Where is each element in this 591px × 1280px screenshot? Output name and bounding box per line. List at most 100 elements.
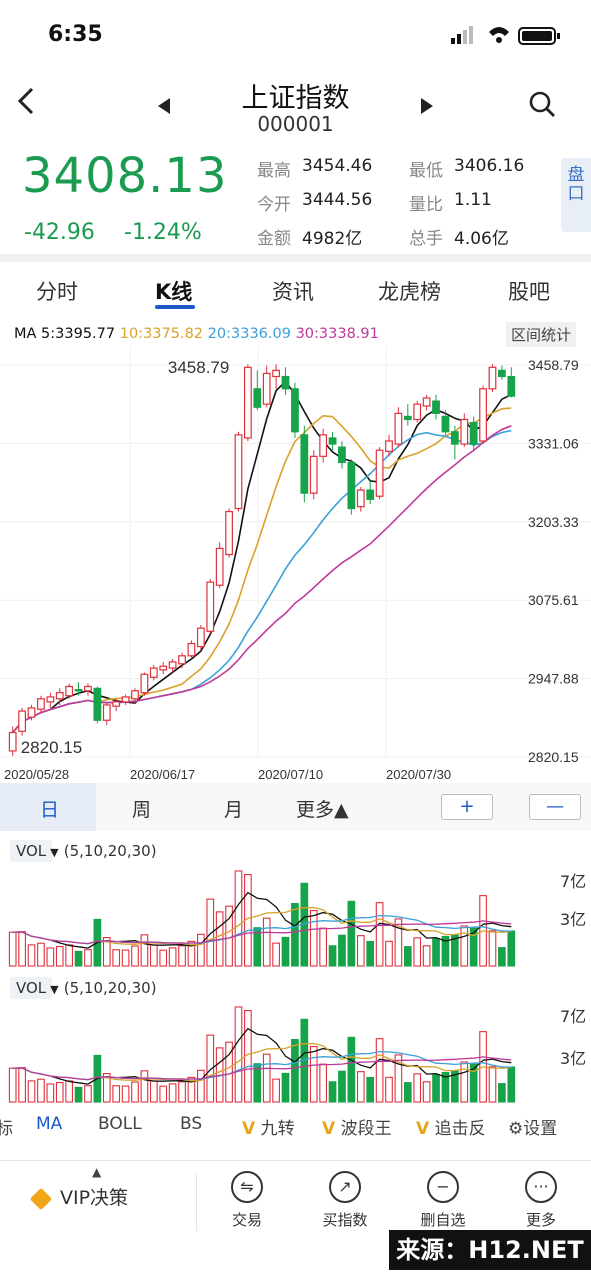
active-tab-indicator [155,305,195,309]
volume-bar [328,945,337,967]
indicator-bar: 标 MA BOLL BS V 九转 V 波段王 V 追击反 ⚙设置 [0,1114,591,1144]
volume-bar [112,1085,121,1103]
volume-bar [8,1067,17,1103]
volume-bar [498,947,506,967]
candle-body [18,710,27,732]
candle-body [479,388,487,442]
indicator-label: 波段王 [340,1119,392,1139]
candle-body [243,366,252,439]
indicator-item[interactable]: 标 [0,1114,13,1139]
stat-label: 金额 [257,229,291,249]
candle-body [309,455,318,494]
volume-bar [178,1081,186,1103]
volume-bar [197,1069,205,1103]
more-button[interactable]: ··· 更多 [506,1171,576,1230]
tab-news[interactable]: 资讯 [272,276,314,306]
candle-body [8,731,17,752]
zoom-out-button[interactable]: — [529,794,581,820]
indicator-ma[interactable]: MA [36,1114,62,1134]
indicator-bs[interactable]: BS [180,1114,202,1134]
volume-bar [291,902,299,967]
x-tick-label: 2020/05/28 [4,767,69,782]
candle-body [356,489,365,508]
volume-chart-1[interactable] [0,858,560,970]
volume-bar [37,942,45,967]
candle-body [469,421,478,445]
vip-diamond-icon [29,1187,53,1210]
stat-value: 3444.56 [302,190,373,210]
search-icon[interactable] [528,90,556,122]
indicator-boduanwang[interactable]: V 波段王 [322,1114,392,1139]
volume-bar [507,930,516,967]
settings-label: 设置 [523,1119,558,1139]
volume-bar [507,1066,516,1103]
candle-body [507,375,516,397]
remove-watchlist-button[interactable]: − 删自选 [408,1171,478,1230]
buy-index-label: 买指数 [322,1211,368,1229]
indicator-boll[interactable]: BOLL [98,1114,142,1134]
expand-up-icon[interactable]: ▲ [92,1165,101,1179]
candle-body [187,642,196,657]
indicator-label: 追击反 [434,1119,486,1139]
kline-chart[interactable]: 3458.79 3331.06 3203.33 3075.61 2947.88 2820.… [0,345,591,785]
candle-body [131,690,139,700]
volume-bar [18,931,26,967]
volume-chart-2[interactable] [0,994,560,1106]
volume-bar [149,1080,158,1103]
volume-bar [262,917,271,967]
volume-bar [149,944,158,967]
vol-tick: 3亿 [560,910,587,929]
next-stock-icon[interactable] [419,98,433,118]
trade-button[interactable]: ⇋ 交易 [212,1171,282,1230]
volume-bar [46,947,55,967]
volume-bar [18,1067,26,1103]
candle-body [149,667,158,678]
stat-label: 量比 [409,195,443,215]
bottom-action-bar: ▲ VIP决策 ⇋ 交易 ↗ 买指数 − 删自选 ··· 更多 [0,1160,591,1241]
candle-body [291,388,299,433]
volume-bar [413,1073,422,1103]
candle-body [74,688,83,692]
candle-body [422,397,431,407]
remove-watchlist-label: 删自选 [420,1211,466,1229]
candle-body [37,698,45,710]
candle-body [366,489,375,500]
pankou-button[interactable]: 盘口 [561,158,591,232]
volume-bar [488,1066,497,1103]
candle-body [196,627,205,648]
period-day[interactable]: 日 [40,795,59,822]
tab-guba[interactable]: 股吧 [508,276,550,306]
range-stats-button[interactable]: 区间统计 [506,322,577,347]
vip-decision-button[interactable]: VIP决策 [29,1183,128,1210]
period-week[interactable]: 周 [132,795,151,822]
volume-bar [375,902,384,967]
candle-body [262,372,271,405]
volume-bar [27,1080,36,1103]
pankou-label: 盘口 [567,165,585,204]
indicator-zhuijifan[interactable]: V 追击反 [416,1114,486,1139]
settings-button[interactable]: ⚙设置 [508,1114,557,1139]
volume-bar [356,1071,365,1103]
volume-bar [74,950,83,967]
candle-body [394,412,403,445]
volume-bar [366,940,375,967]
status-bar: 6:35 [0,0,591,70]
candle-body [55,692,64,700]
buy-index-icon: ↗ [329,1171,361,1203]
stat-value: 4982亿 [302,229,363,249]
period-month[interactable]: 月 [224,795,243,822]
candle-body [159,665,168,671]
price-change-pct: -1.24% [124,220,202,245]
buy-index-button[interactable]: ↗ 买指数 [310,1171,380,1230]
ma30-value: 30:3338.91 [295,326,379,342]
zoom-in-button[interactable]: + [441,794,493,820]
indicator-jiuzhuan[interactable]: V 九转 [242,1114,295,1139]
volume-bar [197,933,205,967]
volume-bar [309,910,318,967]
volume-bar [84,1085,92,1103]
period-more[interactable]: 更多▲ [296,795,349,822]
tab-kline[interactable]: K线 [155,276,192,306]
tab-longhubang[interactable]: 龙虎榜 [378,276,441,306]
candle-body [112,701,121,707]
tab-fenshi[interactable]: 分时 [36,276,78,306]
